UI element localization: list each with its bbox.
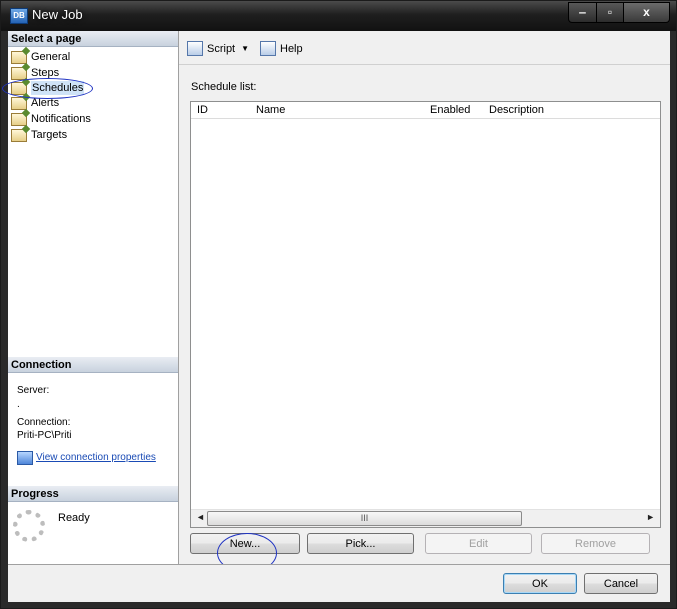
minimize-button[interactable]: ‒: [568, 2, 597, 23]
scroll-right-icon[interactable]: ►: [646, 512, 655, 522]
page-icon: [11, 50, 27, 64]
page-icon: [11, 96, 27, 110]
page-item-notifications[interactable]: Notifications: [11, 112, 91, 126]
left-pane: Select a page General Steps Schedules Al…: [2, 31, 179, 564]
chevron-down-icon[interactable]: ▼: [241, 44, 249, 53]
bottom-bar: OK Cancel: [8, 564, 670, 602]
column-header-id[interactable]: ID: [197, 104, 208, 116]
close-button[interactable]: x: [624, 2, 670, 23]
help-button[interactable]: Help: [260, 41, 303, 56]
page-icon: [11, 112, 27, 126]
script-icon: [187, 41, 203, 56]
connection-header: Connection: [8, 357, 178, 373]
title-bar[interactable]: DB New Job ‒ ▫ x: [1, 1, 676, 31]
help-label: Help: [280, 42, 303, 55]
connection-properties-icon: [17, 451, 33, 465]
page-label: Targets: [31, 129, 68, 141]
progress-header: Progress: [8, 486, 178, 502]
connection-value: Priti-PC\Priti: [17, 430, 72, 441]
grid-header: ID Name Enabled Description: [191, 102, 660, 119]
page-label: Notifications: [31, 113, 91, 125]
window-title: New Job: [32, 7, 83, 22]
column-header-enabled[interactable]: Enabled: [430, 104, 470, 116]
column-header-description[interactable]: Description: [489, 104, 544, 116]
maximize-button[interactable]: ▫: [597, 2, 624, 23]
horizontal-scrollbar[interactable]: ◄ III ►: [191, 509, 660, 527]
app-icon: DB: [10, 8, 28, 24]
help-icon: [260, 41, 276, 56]
server-value: .: [17, 399, 20, 410]
remove-button[interactable]: Remove: [541, 533, 650, 554]
ok-button[interactable]: OK: [503, 573, 577, 594]
progress-spinner-icon: [13, 510, 45, 542]
column-header-name[interactable]: Name: [256, 104, 285, 116]
toolbar: Script ▼ Help: [179, 31, 670, 65]
view-connection-properties-link[interactable]: View connection properties: [36, 452, 156, 463]
cancel-button[interactable]: Cancel: [584, 573, 658, 594]
annotation-circle-schedules: [2, 78, 93, 99]
connection-label: Connection:: [17, 417, 71, 428]
server-label: Server:: [17, 385, 50, 396]
select-page-header: Select a page: [8, 31, 178, 47]
page-item-general[interactable]: General: [11, 50, 70, 64]
page-icon: [11, 128, 27, 142]
scrollbar-thumb[interactable]: III: [207, 511, 522, 526]
progress-status: Ready: [58, 512, 90, 524]
new-job-window: DB New Job ‒ ▫ x Select a page General S…: [0, 0, 677, 609]
page-label: General: [31, 51, 71, 63]
edit-button[interactable]: Edit: [425, 533, 532, 554]
schedule-grid[interactable]: ID Name Enabled Description ◄ III ►: [190, 101, 661, 528]
schedule-list-label: Schedule list:: [191, 81, 257, 93]
page-item-targets[interactable]: Targets: [11, 128, 67, 142]
script-button[interactable]: Script ▼: [187, 41, 249, 56]
dialog-client: Select a page General Steps Schedules Al…: [2, 31, 670, 602]
script-label: Script: [207, 42, 236, 55]
pick-button[interactable]: Pick...: [307, 533, 414, 554]
scroll-left-icon[interactable]: ◄: [196, 512, 205, 522]
